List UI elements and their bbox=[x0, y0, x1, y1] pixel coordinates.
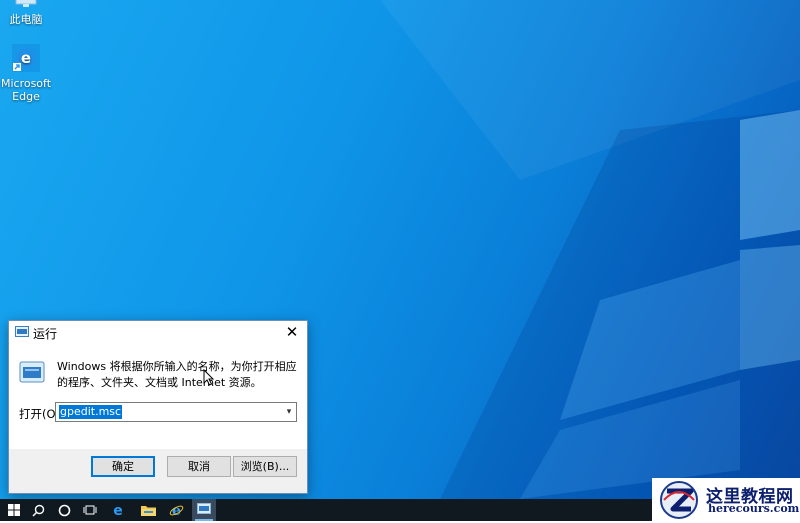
cancel-button[interactable]: 取消 bbox=[167, 456, 231, 477]
svg-text:e: e bbox=[172, 503, 181, 518]
run-dialog: 运行 ✕ Windows 将根据你所输入的名称，为你打开相应的程序、文件夹、文档… bbox=[8, 320, 308, 494]
chevron-down-icon[interactable]: ▾ bbox=[282, 403, 296, 421]
watermark-url: herecours.com bbox=[708, 502, 800, 515]
taskbar-run-button[interactable] bbox=[192, 499, 216, 521]
run-title-icon bbox=[15, 326, 29, 340]
windows-start-icon[interactable] bbox=[2, 499, 26, 521]
desktop-icon-label: 此电脑 bbox=[9, 13, 43, 26]
svg-text:e: e bbox=[21, 49, 31, 67]
run-description: Windows 将根据你所输入的名称，为你打开相应的程序、文件夹、文档或 Int… bbox=[57, 360, 297, 389]
desktop-icon-edge[interactable]: e Microsoft Edge bbox=[0, 44, 58, 103]
browse-button[interactable]: 浏览(B)... bbox=[233, 456, 297, 477]
run-program-icon bbox=[19, 361, 45, 386]
edge-icon[interactable]: e bbox=[106, 499, 130, 521]
mouse-cursor-icon bbox=[203, 368, 215, 389]
ok-button[interactable]: 确定 bbox=[91, 456, 155, 477]
close-button[interactable]: ✕ bbox=[277, 321, 307, 343]
open-input[interactable]: gpedit.msc bbox=[59, 405, 123, 419]
watermark: 这里教程网 herecours.com bbox=[652, 478, 800, 521]
ie-icon[interactable]: e bbox=[164, 499, 188, 521]
run-icon bbox=[197, 503, 211, 517]
open-combobox[interactable]: gpedit.msc ▾ bbox=[55, 402, 297, 422]
file-explorer-icon[interactable] bbox=[136, 499, 160, 521]
desktop-icon-label: Microsoft Edge bbox=[0, 77, 52, 103]
desktop-icon-this-pc[interactable]: 此电脑 bbox=[0, 0, 58, 26]
edge-icon: e bbox=[0, 44, 58, 75]
run-title: 运行 bbox=[33, 327, 58, 341]
run-titlebar[interactable]: 运行 ✕ bbox=[9, 321, 307, 343]
watermark-logo-icon bbox=[656, 480, 702, 523]
svg-text:e: e bbox=[113, 503, 123, 517]
run-body: Windows 将根据你所输入的名称，为你打开相应的程序、文件夹、文档或 Int… bbox=[9, 343, 307, 449]
task-view-icon[interactable] bbox=[78, 499, 102, 521]
this-pc-icon bbox=[0, 0, 58, 11]
cortana-icon[interactable] bbox=[52, 499, 76, 521]
search-icon[interactable] bbox=[26, 499, 50, 521]
